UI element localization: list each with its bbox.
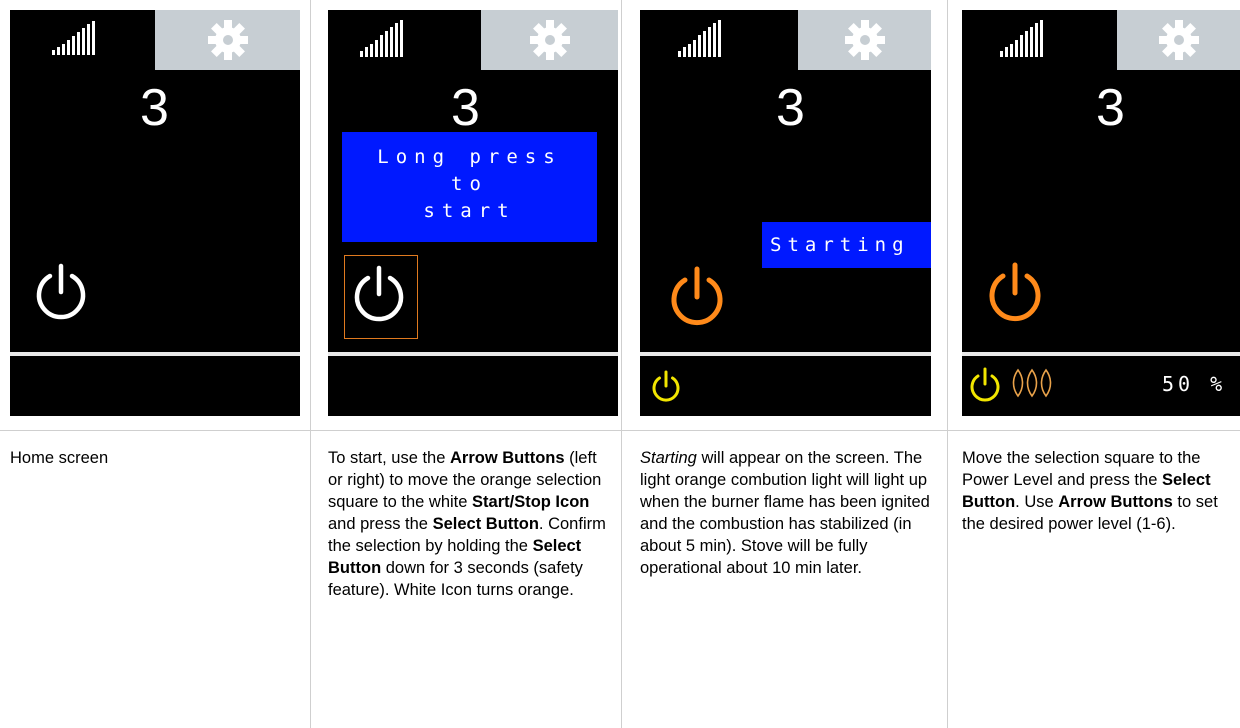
bold-text: Select Button xyxy=(432,515,539,533)
power-icon[interactable] xyxy=(348,264,410,326)
gear-icon xyxy=(1158,20,1199,60)
settings-button[interactable] xyxy=(481,10,618,70)
popup-line: start xyxy=(423,200,516,222)
device-screen-long-press: 3 Long press to start xyxy=(328,10,618,416)
signal-strength-icon xyxy=(52,21,95,55)
popup-line: to xyxy=(451,173,488,195)
description-text: will appear on the screen. The light ora… xyxy=(640,449,930,577)
flame-icon xyxy=(1012,368,1052,398)
description-text: To start, use the xyxy=(328,449,450,467)
power-level-percent[interactable]: 50 % xyxy=(1162,372,1226,396)
starting-status: Starting xyxy=(762,222,931,268)
power-icon[interactable] xyxy=(984,260,1046,326)
status-bar: 50 % xyxy=(962,356,1240,416)
column-divider xyxy=(947,0,948,728)
status-bar xyxy=(328,356,618,416)
screen-main-area: 3 xyxy=(962,10,1240,352)
popup-line: Long press xyxy=(377,146,562,168)
description-text: Home screen xyxy=(10,449,109,467)
gear-icon xyxy=(207,20,248,60)
signal-strength-icon xyxy=(678,20,721,57)
gear-icon xyxy=(844,20,885,60)
signal-strength-icon xyxy=(360,20,403,57)
column-divider xyxy=(621,0,622,728)
bold-text: Arrow Buttons xyxy=(1058,493,1173,511)
screen-main-area: 3 xyxy=(10,10,300,352)
power-level-number: 3 xyxy=(140,79,169,137)
device-screen-home: 3 xyxy=(10,10,300,416)
power-level-number: 3 xyxy=(451,79,480,137)
power-level-number: 3 xyxy=(1096,79,1125,137)
panel-description: To start, use the Arrow Buttons (left or… xyxy=(328,447,608,601)
screen-main-area: 3 Starting xyxy=(640,10,931,352)
device-screen-starting: 3 Starting xyxy=(640,10,931,416)
description-text: . Use xyxy=(1015,493,1059,511)
settings-button[interactable] xyxy=(798,10,931,70)
status-bar xyxy=(640,356,931,416)
column-divider xyxy=(310,0,311,728)
settings-button[interactable] xyxy=(155,10,300,70)
power-icon[interactable] xyxy=(666,264,728,330)
panel-description: Home screen xyxy=(10,447,295,469)
panel-description: Starting will appear on the screen. The … xyxy=(640,447,936,579)
bold-text: Arrow Buttons xyxy=(449,449,565,467)
power-level-number: 3 xyxy=(776,79,805,137)
gear-icon xyxy=(529,20,570,60)
power-icon[interactable] xyxy=(30,262,92,324)
power-icon xyxy=(970,367,1000,402)
row-divider xyxy=(0,430,1240,431)
device-screen-power-level: 3 50 % xyxy=(962,10,1240,416)
settings-button[interactable] xyxy=(1117,10,1240,70)
power-icon xyxy=(652,370,680,402)
italic-text: Starting xyxy=(640,449,697,467)
bold-text: Start/Stop Icon xyxy=(472,493,590,511)
signal-strength-icon xyxy=(1000,20,1043,57)
status-bar xyxy=(10,356,300,416)
screen-main-area: 3 Long press to start xyxy=(328,10,618,352)
description-text: and press the xyxy=(328,515,433,533)
panel-description: Move the selection square to the Power L… xyxy=(962,447,1237,535)
long-press-popup: Long press to start xyxy=(342,132,597,242)
